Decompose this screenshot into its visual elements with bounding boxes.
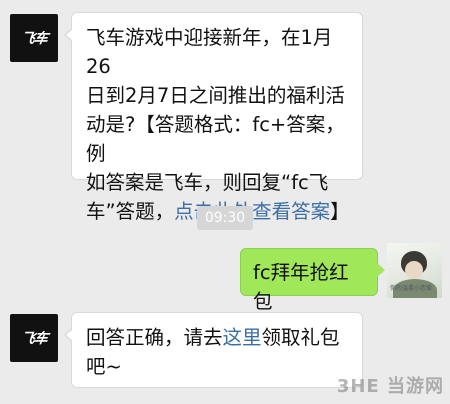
user-avatar[interactable]: 你的温柔小恋爱 — [387, 243, 442, 298]
avatar-caption: 你的温柔小恋爱 — [390, 285, 433, 292]
avatar-face — [405, 261, 423, 279]
game-logo: 飞车 — [19, 331, 49, 347]
message-text: fc拜年抢红包 — [253, 261, 349, 313]
message-text: 回答正确，请去 — [86, 326, 223, 349]
message-text: 领取礼包 — [261, 326, 340, 349]
sent-message-bubble[interactable]: fc拜年抢红包 — [240, 248, 385, 313]
message-line: 如答案是飞车，则回复“fc飞 — [86, 171, 329, 194]
message-text: 】 — [330, 200, 350, 223]
watermark: 3HE 当游网 — [336, 376, 444, 397]
message-line: 日到2月7日之间推出的福利活 — [86, 84, 345, 107]
timestamp: 09:30 — [197, 206, 253, 230]
received-message-bubble[interactable]: 回答正确，请去这里领取礼包 吧~ — [64, 312, 363, 388]
message-line: 动是?【答题格式：fc+答案，例 — [86, 113, 345, 165]
game-avatar[interactable]: 飞车 — [10, 14, 58, 62]
game-avatar[interactable]: 飞车 — [10, 314, 58, 362]
message-line: 飞车游戏中迎接新年，在1月26 — [86, 26, 333, 78]
message-text: 车”答题， — [86, 200, 175, 223]
game-logo: 飞车 — [19, 31, 49, 47]
message-line: 吧~ — [86, 355, 122, 378]
received-message-bubble[interactable]: 飞车游戏中迎接新年，在1月26 日到2月7日之间推出的福利活 动是?【答题格式：… — [64, 12, 363, 223]
gift-link[interactable]: 这里 — [223, 326, 262, 349]
message-line: 回答正确，请去这里领取礼包 — [86, 323, 350, 352]
